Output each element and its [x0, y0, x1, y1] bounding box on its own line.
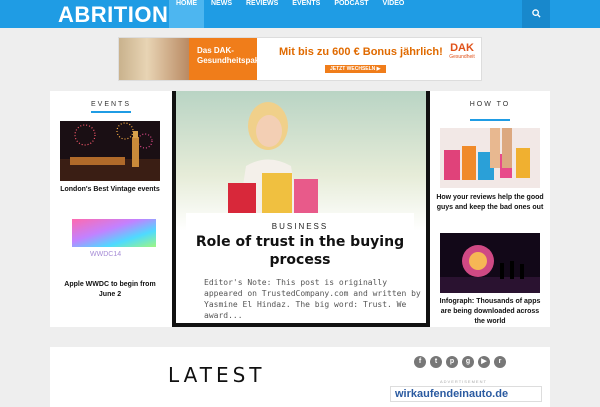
shopping-bags-image: [440, 128, 540, 188]
banner-offer: Mit bis zu 600 € Bonus jährlich!: [279, 46, 443, 58]
london-fireworks-image: [60, 121, 160, 181]
main-nav: HOME NEWS REVIEWS EVENTS PODCAST VIDEO: [169, 0, 411, 28]
howto-thumb-infograph[interactable]: [440, 233, 540, 293]
event-thumb-london[interactable]: [60, 121, 160, 181]
search-icon: [531, 9, 541, 18]
featured-card: BUSINESS Role of trust in the buying pro…: [186, 213, 414, 268]
google-plus-icon[interactable]: g: [462, 356, 474, 368]
howto-caption-infograph[interactable]: Infograph: Thousands of apps are being d…: [436, 297, 544, 327]
wwdc-image: [60, 215, 160, 275]
youtube-icon[interactable]: ▶: [478, 356, 490, 368]
featured-excerpt: Editor's Note: This post is originally a…: [204, 278, 421, 320]
search-button[interactable]: [522, 0, 550, 28]
events-heading: EVENTS: [90, 101, 131, 108]
rss-icon[interactable]: r: [494, 356, 506, 368]
dak-logo: DAK Gesundheit: [444, 42, 480, 78]
featured-category[interactable]: BUSINESS: [186, 222, 414, 231]
banner-ad[interactable]: Das DAK-Gesundheitspaket Mit bis zu 600 …: [118, 37, 482, 81]
twitter-icon[interactable]: t: [430, 356, 442, 368]
nav-home[interactable]: HOME: [169, 0, 204, 28]
top-navigation-bar: ABRITION HOME NEWS REVIEWS EVENTS PODCAS…: [0, 0, 600, 28]
banner-cta-button[interactable]: JETZT WECHSELN ▶: [325, 65, 386, 73]
nav-events[interactable]: EVENTS: [285, 0, 327, 28]
banner-people-image: [119, 38, 189, 80]
wwdc-thumb-text: WWDC14: [90, 251, 122, 258]
facebook-icon[interactable]: f: [414, 356, 426, 368]
shopping-woman-image: [228, 102, 318, 231]
nav-reviews[interactable]: REVIEWS: [239, 0, 285, 28]
sidebar-ad-text: wirkaufendeinauto.de: [395, 388, 509, 400]
nav-podcast[interactable]: PODCAST: [327, 0, 375, 28]
event-caption-wwdc[interactable]: Apple WWDC to begin from June 2: [58, 280, 162, 300]
events-column: EVENTS London's Best Vintage events WWDC…: [50, 91, 172, 327]
event-caption-london[interactable]: London's Best Vintage events: [58, 185, 162, 195]
featured-area: EVENTS London's Best Vintage events WWDC…: [50, 91, 550, 327]
latest-heading: LATEST: [168, 363, 266, 387]
howto-thumb-reviews[interactable]: [440, 128, 540, 188]
dak-logo-subtext: Gesundheit: [449, 54, 475, 60]
howto-heading: HOW TO: [469, 101, 511, 108]
pinterest-icon[interactable]: p: [446, 356, 458, 368]
featured-title[interactable]: Role of trust in the buying process: [186, 233, 414, 269]
howto-heading-underline: [470, 119, 510, 121]
banner-headline: Das DAK-Gesundheitspaket: [197, 46, 267, 65]
event-thumb-wwdc[interactable]: WWDC14: [60, 215, 160, 275]
howto-caption-reviews[interactable]: How your reviews help the good guys and …: [436, 193, 544, 213]
howto-column: HOW TO How your reviews help the good gu…: [430, 91, 550, 327]
site-logo[interactable]: ABRITION: [58, 2, 168, 28]
nav-video[interactable]: VIDEO: [376, 0, 412, 28]
events-heading-underline: [91, 111, 131, 113]
sidebar-ad-label: ADVERTISEMENT: [440, 379, 487, 384]
infograph-image: [440, 233, 540, 293]
dak-logo-text: DAK: [450, 42, 474, 54]
social-icons: f t p g ▶ r: [414, 356, 506, 368]
featured-image: [176, 91, 426, 231]
nav-news[interactable]: NEWS: [204, 0, 239, 28]
